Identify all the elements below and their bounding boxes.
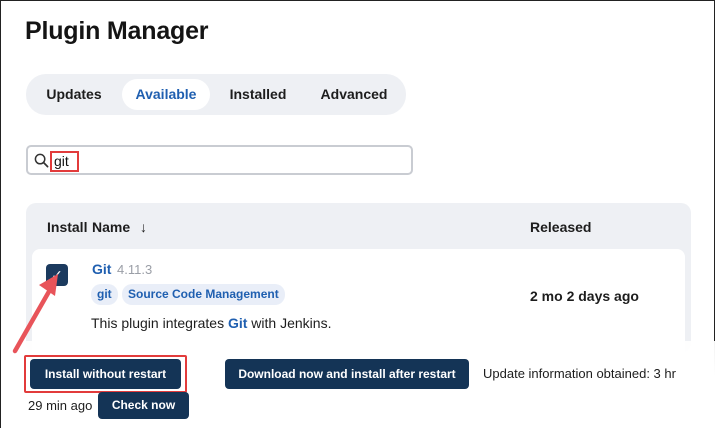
- page-title: Plugin Manager: [25, 17, 209, 45]
- install-checkbox[interactable]: ✓: [46, 264, 68, 286]
- description-text: This plugin integrates: [91, 315, 228, 331]
- released-value: 2 mo 2 days ago: [530, 288, 639, 304]
- tag-git[interactable]: git: [91, 284, 118, 305]
- sort-arrow-icon: ↓: [140, 219, 148, 235]
- tab-advanced[interactable]: Advanced: [310, 79, 398, 110]
- download-install-after-restart-button[interactable]: Download now and install after restart: [225, 359, 469, 389]
- column-header-install: Install: [47, 219, 88, 235]
- tab-bar: Updates Available Installed Advanced: [26, 74, 406, 115]
- column-header-name-label: Name: [92, 219, 131, 235]
- annotation-highlight-box: [24, 355, 187, 393]
- column-header-name[interactable]: Name ↓: [92, 219, 147, 235]
- plugin-table: Install Name ↓ Released ✓ Git 4.11.3 git…: [26, 203, 691, 353]
- plugin-name-link[interactable]: Git: [92, 261, 111, 277]
- table-row: ✓ Git 4.11.3 git Source Code Management …: [32, 249, 685, 353]
- update-info-text: Update information obtained: 3 hr: [483, 366, 676, 381]
- description-text-end: with Jenkins.: [247, 315, 332, 331]
- description-git-link[interactable]: Git: [228, 315, 247, 331]
- search-icon: [34, 153, 49, 168]
- search-input[interactable]: git: [26, 145, 413, 175]
- tab-installed[interactable]: Installed: [216, 79, 300, 110]
- tab-available[interactable]: Available: [122, 79, 210, 110]
- tab-updates[interactable]: Updates: [34, 79, 114, 110]
- search-value[interactable]: git: [50, 151, 79, 172]
- update-info-text-continued: 29 min ago: [28, 398, 93, 413]
- plugin-description: This plugin integrates Git with Jenkins.: [91, 315, 331, 331]
- tag-source-code-management[interactable]: Source Code Management: [122, 284, 285, 305]
- plugin-version: 4.11.3: [117, 262, 153, 277]
- check-now-button[interactable]: Check now: [98, 392, 189, 419]
- column-header-released: Released: [530, 219, 592, 235]
